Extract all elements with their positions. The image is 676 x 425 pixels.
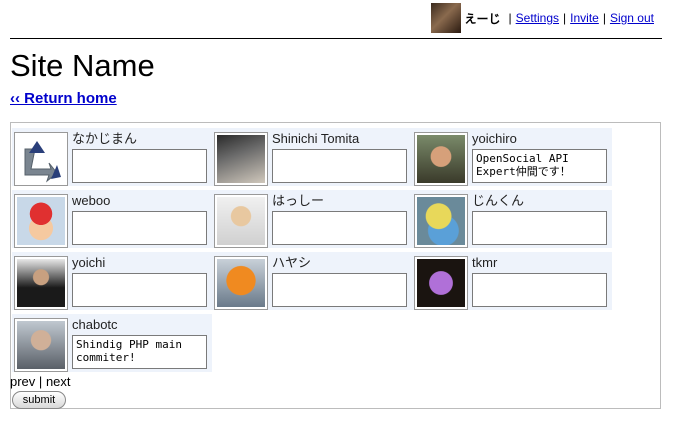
friend-avatar[interactable] xyxy=(214,132,268,186)
username: えーじ xyxy=(464,11,501,26)
friend-avatar[interactable] xyxy=(414,256,468,310)
friend-name[interactable]: ハヤシ xyxy=(272,255,311,270)
friend-card: じんくん xyxy=(412,190,612,248)
friend-name[interactable]: じんくん xyxy=(472,193,524,208)
header-divider xyxy=(10,38,662,39)
friend-comment-field[interactable] xyxy=(72,149,207,183)
friend-name[interactable]: weboo xyxy=(72,193,110,208)
friend-comment-field[interactable] xyxy=(272,273,407,307)
prev-link[interactable]: prev xyxy=(10,374,35,389)
friend-avatar[interactable] xyxy=(14,132,68,186)
friend-card: weboo xyxy=(12,190,212,248)
friend-avatar[interactable] xyxy=(414,194,468,248)
friend-comment-field[interactable]: Shindig PHP main commiter! xyxy=(72,335,207,369)
friends-panel: なかじまん Shinichi Tomita yoichiro OpenSocia… xyxy=(10,122,661,409)
friend-avatar[interactable] xyxy=(214,194,268,248)
friend-comment-field[interactable] xyxy=(72,211,207,245)
friend-comment-field[interactable] xyxy=(72,273,207,307)
user-bar: えーじ | Settings | Invite | Sign out xyxy=(430,2,654,34)
invite-link[interactable]: Invite xyxy=(570,11,599,25)
next-link[interactable]: next xyxy=(46,374,71,389)
friend-name[interactable]: Shinichi Tomita xyxy=(272,131,359,146)
cartoon-face xyxy=(217,197,265,245)
friend-avatar[interactable] xyxy=(14,194,68,248)
mario-photo xyxy=(17,197,65,245)
separator: | xyxy=(508,11,512,25)
friend-name[interactable]: tkmr xyxy=(472,255,497,270)
person-photo xyxy=(217,135,265,183)
friend-card: yoichi xyxy=(12,252,212,310)
friend-name[interactable]: yoichi xyxy=(72,255,105,270)
bird-photo xyxy=(417,197,465,245)
separator: | xyxy=(563,11,567,25)
site-title: Site Name xyxy=(10,48,155,83)
friend-card: yoichiro OpenSocial API Expert仲間です！ xyxy=(412,128,612,186)
return-home-link[interactable]: ‹‹ Return home xyxy=(10,90,117,107)
friend-card: なかじまん xyxy=(12,128,212,186)
person-photo xyxy=(417,259,465,307)
friend-avatar[interactable] xyxy=(214,256,268,310)
pagination: prev | next xyxy=(10,374,71,390)
person-photo xyxy=(17,321,65,369)
friend-comment-field[interactable] xyxy=(472,273,607,307)
person-photo xyxy=(417,135,465,183)
sign-out-link[interactable]: Sign out xyxy=(610,11,654,25)
pager-separator: | xyxy=(38,374,43,389)
friend-comment-field[interactable] xyxy=(272,149,407,183)
submit-button[interactable]: submit xyxy=(12,391,66,409)
friend-card: tkmr xyxy=(412,252,612,310)
reverse-arrow-logo-icon xyxy=(17,135,65,183)
friend-card: chabotc Shindig PHP main commiter! xyxy=(12,314,212,372)
friend-avatar[interactable] xyxy=(414,132,468,186)
friend-card: Shinichi Tomita xyxy=(212,128,412,186)
settings-link[interactable]: Settings xyxy=(516,11,559,25)
friend-card: はっしー xyxy=(212,190,412,248)
friend-name[interactable]: なかじまん xyxy=(72,131,137,146)
friend-avatar[interactable] xyxy=(14,256,68,310)
friend-name[interactable]: chabotc xyxy=(72,317,118,332)
friend-name[interactable]: はっしー xyxy=(272,193,324,208)
friend-avatar[interactable] xyxy=(14,318,68,372)
friend-comment-field[interactable] xyxy=(472,211,607,245)
friend-card: ハヤシ xyxy=(212,252,412,310)
friend-comment-field[interactable]: OpenSocial API Expert仲間です！ xyxy=(472,149,607,183)
user-avatar xyxy=(430,3,461,33)
person-photo xyxy=(217,259,265,307)
person-photo xyxy=(17,259,65,307)
friend-comment-field[interactable] xyxy=(272,211,407,245)
friend-name[interactable]: yoichiro xyxy=(472,131,517,146)
separator: | xyxy=(602,11,606,25)
